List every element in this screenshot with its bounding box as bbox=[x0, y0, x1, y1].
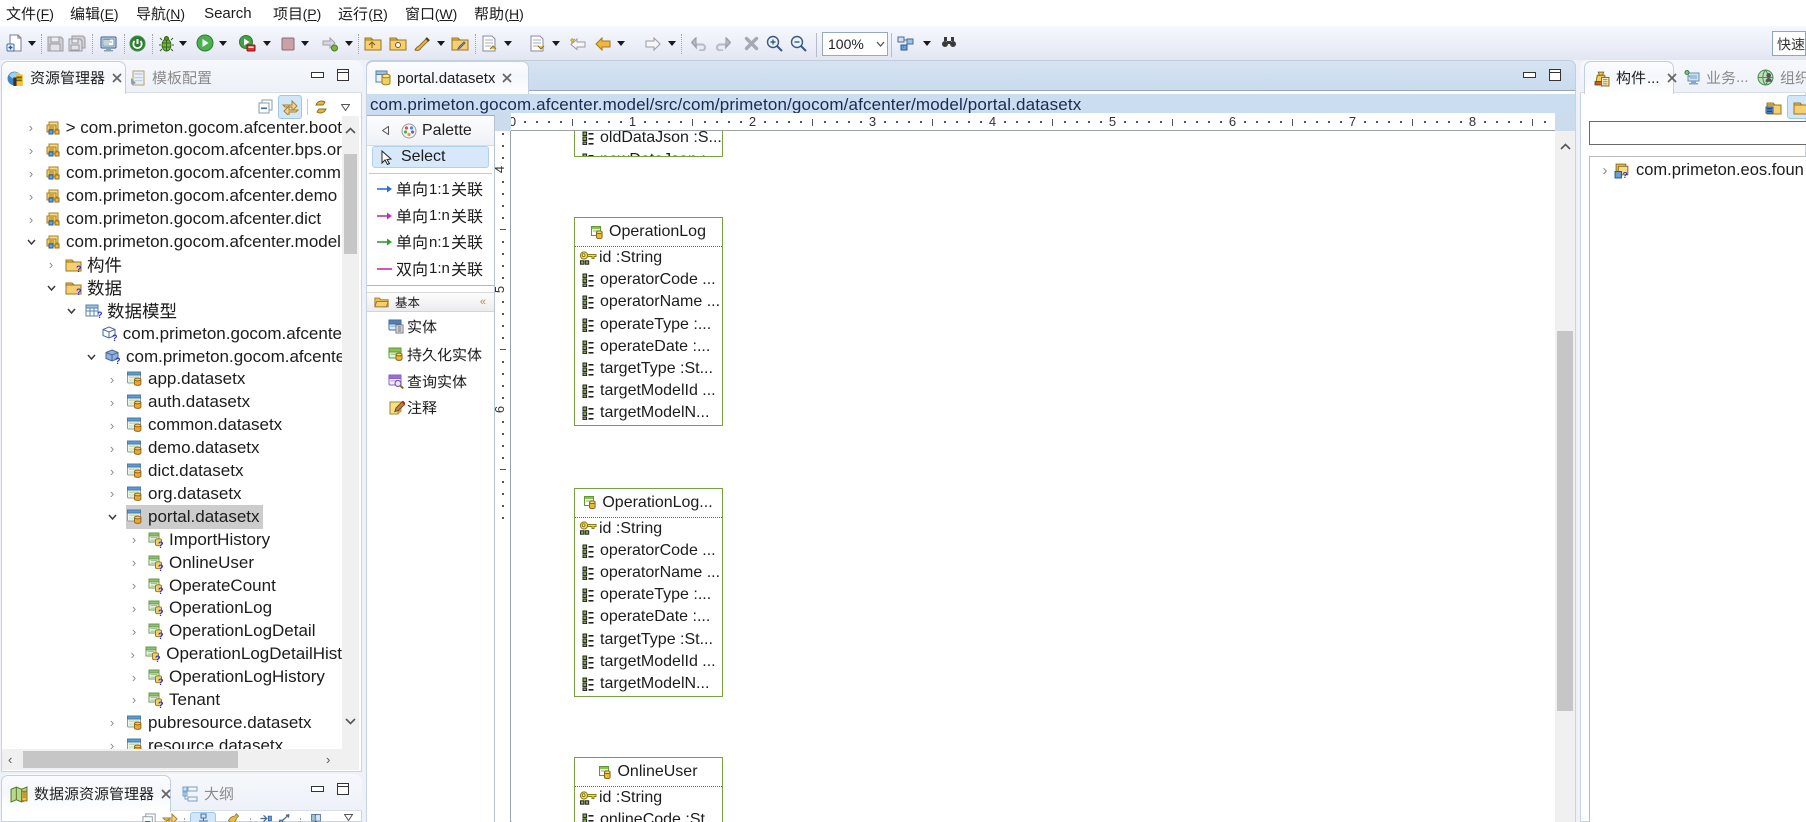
svg-text:?: ? bbox=[76, 264, 82, 273]
svg-text:?: ? bbox=[115, 356, 121, 365]
svg-text:?: ? bbox=[158, 608, 164, 616]
svg-text:?: ? bbox=[1623, 170, 1628, 179]
svg-text:?: ? bbox=[158, 631, 164, 639]
svg-text:?: ? bbox=[158, 540, 164, 548]
svg-text:?: ? bbox=[155, 654, 161, 662]
svg-text:?: ? bbox=[76, 287, 82, 296]
svg-text:?: ? bbox=[158, 677, 164, 685]
svg-text:?: ? bbox=[158, 700, 164, 708]
svg-text:?: ? bbox=[158, 586, 164, 594]
svg-text:?: ? bbox=[158, 563, 164, 571]
svg-text:?: ? bbox=[97, 310, 103, 319]
svg-text:?: ? bbox=[112, 333, 118, 342]
